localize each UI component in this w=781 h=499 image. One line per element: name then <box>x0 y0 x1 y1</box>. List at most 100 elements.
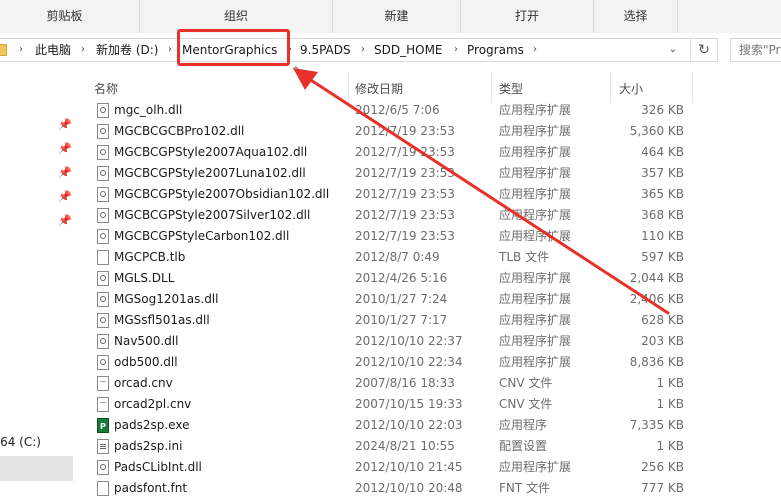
nav-item-selected[interactable] <box>0 456 73 481</box>
file-size: 8,836 KB <box>629 355 684 369</box>
crumb-drive-d[interactable]: 新加卷 (D:) <box>96 39 158 61</box>
dll-icon <box>97 145 109 160</box>
file-size: 777 KB <box>641 481 684 495</box>
ribbon-group-new[interactable]: 新建 <box>333 0 461 33</box>
file-row[interactable]: orcad2pl.cnv 2007/10/15 19:33 CNV 文件 1 KB <box>80 394 781 415</box>
file-date: 2012/8/7 0:49 <box>355 250 440 264</box>
column-divider[interactable] <box>491 72 492 102</box>
file-row[interactable]: MGSsfl501as.dll 2010/1/27 7:17 应用程序扩展 628 K… <box>80 310 781 331</box>
chevron-right-icon[interactable]: › <box>168 39 172 61</box>
sort-ascending-icon: ^ <box>292 66 300 76</box>
column-header-date[interactable]: 修改日期 <box>355 78 403 100</box>
file-row[interactable]: PadsCLibInt.dll 2012/10/10 21:45 应用程序扩展 256… <box>80 457 781 478</box>
dll-icon <box>97 124 109 139</box>
pin-icon[interactable]: 📌 <box>58 142 72 156</box>
file-size: 1 KB <box>656 376 684 390</box>
crumb-9-5pads[interactable]: 9.5PADS <box>300 39 351 61</box>
file-type: CNV 文件 <box>499 376 553 390</box>
chevron-right-icon[interactable]: › <box>81 39 85 61</box>
chevron-right-icon[interactable]: › <box>361 39 365 61</box>
file-date: 2007/10/15 19:33 <box>355 397 463 411</box>
file-name: mgc_olh.dll <box>114 103 183 117</box>
file-size: 365 KB <box>641 187 684 201</box>
file-name: MGSog1201as.dll <box>114 292 219 306</box>
file-type: 应用程序扩展 <box>499 271 572 285</box>
ribbon-group-label: 打开 <box>514 9 539 23</box>
file-row[interactable]: MGCBCGPStyle2007Silver102.dll 2012/7/19 2… <box>80 205 781 226</box>
dll-icon <box>97 313 109 328</box>
file-row[interactable]: padsfont.fnt 2012/10/10 20:48 FNT 文件 777 KB <box>80 478 781 499</box>
file-date: 2010/1/27 7:24 <box>355 292 448 306</box>
file-date: 2012/7/19 23:53 <box>355 229 455 243</box>
file-row[interactable]: orcad.cnv 2007/8/16 18:33 CNV 文件 1 KB <box>80 373 781 394</box>
file-row[interactable]: MGLS.DLL 2012/4/26 5:16 应用程序扩展 2,044 KB <box>80 268 781 289</box>
file-type: TLB 文件 <box>499 250 550 264</box>
file-name: MGCBCGPStyleCarbon102.dll <box>114 229 290 243</box>
dll-icon <box>97 355 109 370</box>
file-icon <box>97 481 109 496</box>
file-row[interactable]: mgc_olh.dll 2012/6/5 7:06 应用程序扩展 326 KB <box>80 100 781 121</box>
crumb-sdd-home[interactable]: SDD_HOME <box>374 39 443 61</box>
file-date: 2012/4/26 5:16 <box>355 271 448 285</box>
file-name: MGLS.DLL <box>114 271 175 285</box>
column-divider[interactable] <box>610 72 611 102</box>
column-header-name[interactable]: 名称 <box>94 78 118 100</box>
refresh-icon[interactable]: ↻ <box>690 39 717 61</box>
file-row[interactable]: odb500.dll 2012/10/10 22:34 应用程序扩展 8,836 KB <box>80 352 781 373</box>
file-size: 5,360 KB <box>629 124 684 138</box>
dll-icon <box>97 187 109 202</box>
address-bar[interactable]: › 此电脑 › 新加卷 (D:) › MentorGraphics › 9.5P… <box>0 38 718 62</box>
file-type: 应用程序扩展 <box>499 187 572 201</box>
file-icon <box>97 250 109 265</box>
file-type: 配置设置 <box>499 439 548 453</box>
column-header-type[interactable]: 类型 <box>499 78 523 100</box>
file-date: 2012/10/10 22:37 <box>355 334 463 348</box>
file-row[interactable]: MGCBCGPStyle2007Obsidian102.dll 2012/7/19… <box>80 184 781 205</box>
file-row[interactable]: MGCBCGCBPro102.dll 2012/7/19 23:53 应用程序扩展 5… <box>80 121 781 142</box>
file-name: MGCBCGPStyle2007Luna102.dll <box>114 166 306 180</box>
file-row[interactable]: MGCBCGPStyle2007Aqua102.dll 2012/7/19 23:… <box>80 142 781 163</box>
column-header-size[interactable]: 大小 <box>619 78 643 100</box>
crumb-this-pc[interactable]: 此电脑 <box>35 39 71 61</box>
file-row[interactable]: pads2sp.ini 2024/8/21 10:55 配置设置 1 KB <box>80 436 781 457</box>
file-size: 597 KB <box>641 250 684 264</box>
ribbon-group-select[interactable]: 选择 <box>594 0 678 33</box>
file-row[interactable]: pads2sp.exe 2012/10/10 22:03 应用程序 7,335 KB <box>80 415 781 437</box>
chevron-right-icon[interactable]: › <box>454 39 458 61</box>
pin-icon[interactable]: 📌 <box>58 118 72 132</box>
file-row[interactable]: MGCPCB.tlb 2012/8/7 0:49 TLB 文件 597 KB <box>80 247 781 268</box>
file-name: padsfont.fnt <box>114 481 188 495</box>
chevron-down-icon[interactable]: ⌄ <box>663 39 683 61</box>
file-row[interactable]: Nav500.dll 2012/10/10 22:37 应用程序扩展 203 KB <box>80 331 781 352</box>
file-type: 应用程序扩展 <box>499 334 572 348</box>
file-date: 2007/8/16 18:33 <box>355 376 455 390</box>
file-type: 应用程序扩展 <box>499 292 572 306</box>
chevron-right-icon[interactable]: › <box>533 39 537 61</box>
file-type: 应用程序扩展 <box>499 313 572 327</box>
file-row[interactable]: MGCBCGPStyleCarbon102.dll 2012/7/19 23:53… <box>80 226 781 247</box>
file-date: 2012/10/10 20:48 <box>355 481 463 495</box>
file-row[interactable]: MGSog1201as.dll 2010/1/27 7:24 应用程序扩展 2,406… <box>80 289 781 310</box>
file-size: 7,335 KB <box>629 418 684 432</box>
pin-icon[interactable]: 📌 <box>58 190 72 204</box>
file-row[interactable]: MGCBCGPStyle2007Luna102.dll 2012/7/19 23:… <box>80 163 781 184</box>
dll-icon <box>97 271 109 286</box>
search-input[interactable]: 搜索"Pr <box>730 38 781 62</box>
nav-item-drive-c[interactable]: x64 (C:) <box>0 432 78 452</box>
ribbon-group-open[interactable]: 打开 <box>461 0 594 33</box>
crumb-programs[interactable]: Programs <box>467 39 524 61</box>
file-date: 2012/10/10 21:45 <box>355 460 463 474</box>
file-type: CNV 文件 <box>499 397 553 411</box>
chevron-right-icon[interactable]: › <box>19 39 23 61</box>
column-divider[interactable] <box>692 72 693 102</box>
pin-icon[interactable]: 📌 <box>58 214 72 228</box>
file-type: 应用程序扩展 <box>499 145 572 159</box>
file-name: Nav500.dll <box>114 334 179 348</box>
settings-file-icon <box>97 439 109 454</box>
file-name: MGSsfl501as.dll <box>114 313 210 327</box>
pin-icon[interactable]: 📌 <box>58 166 72 180</box>
file-type: 应用程序 <box>499 418 548 432</box>
file-name: MGCBCGCBPro102.dll <box>114 124 245 138</box>
ribbon-group-clipboard[interactable]: 剪贴板 <box>0 0 140 33</box>
column-divider[interactable] <box>348 72 349 102</box>
